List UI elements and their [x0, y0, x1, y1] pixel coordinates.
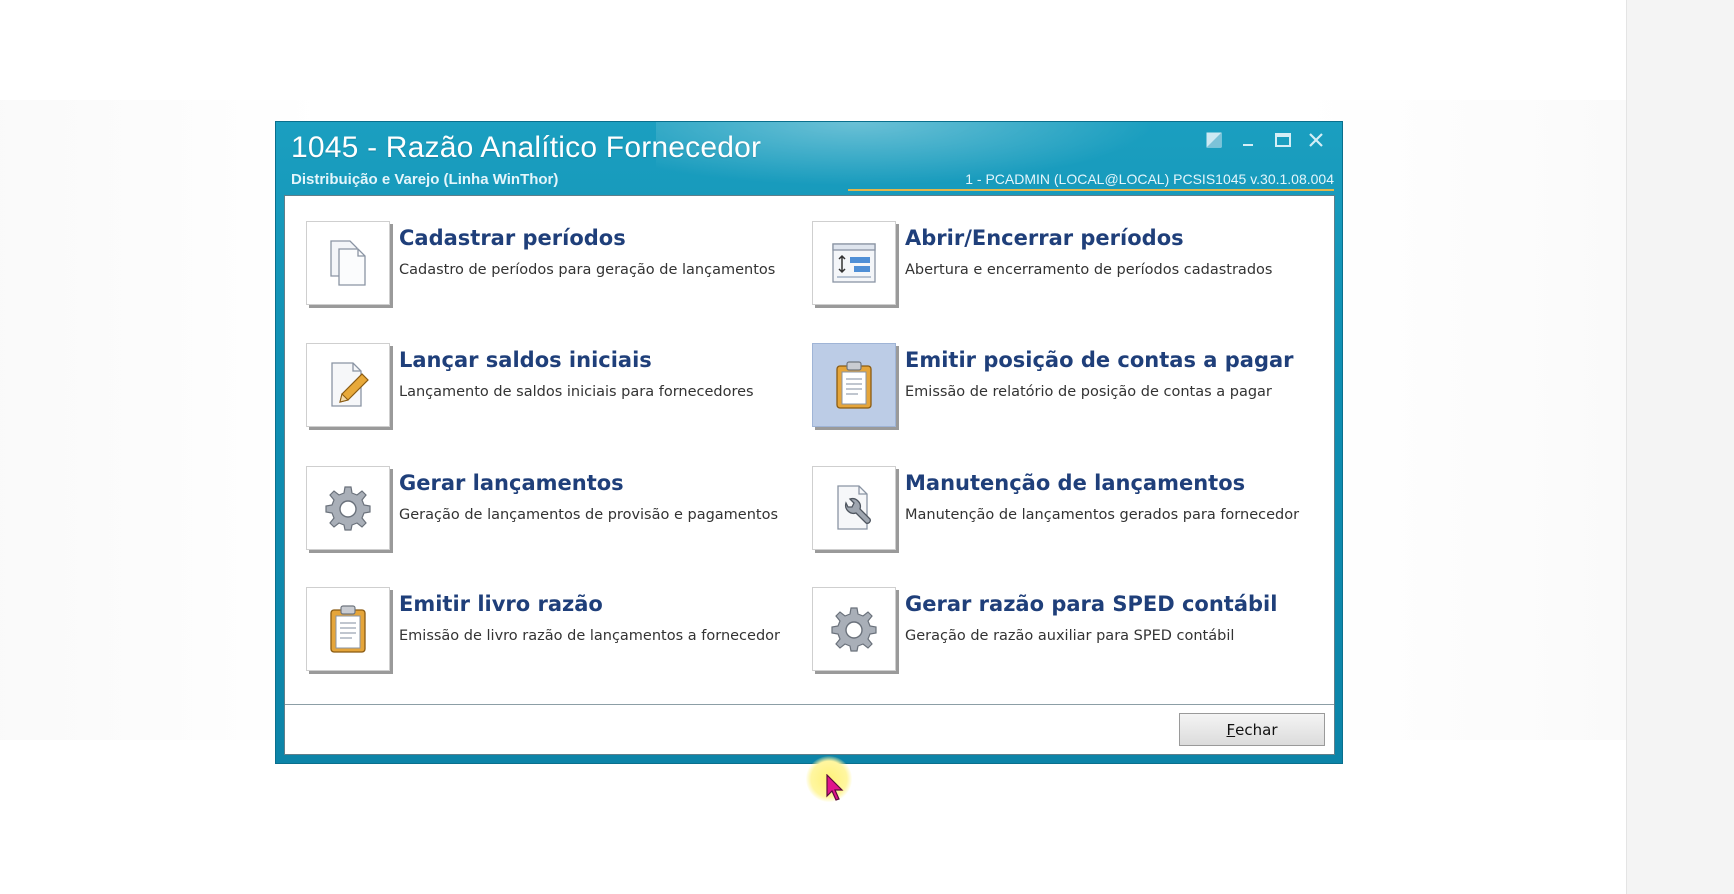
app-window: 1045 - Razão Analítico Fornecedor Distri… — [276, 122, 1342, 763]
tile-manutencao-lancamentos[interactable]: Manutenção de lançamentos Manutenção de … — [812, 466, 1302, 556]
tile-title[interactable]: Emitir posição de contas a pagar — [905, 348, 1294, 372]
tile-description: Cadastro de períodos para geração de lan… — [399, 262, 776, 278]
tile-description: Geração de lançamentos de provisão e pag… — [399, 507, 779, 523]
tile-lancar-saldos-iniciais[interactable]: Lançar saldos iniciais Lançamento de sal… — [306, 343, 796, 433]
clipboard-icon[interactable] — [812, 343, 896, 427]
tile-description: Geração de razão auxiliar para SPED cont… — [905, 628, 1235, 644]
tile-description: Lançamento de saldos iniciais para forne… — [399, 384, 754, 400]
tile-emitir-posicao-contas-pagar[interactable]: Emitir posição de contas a pagar Emissão… — [812, 343, 1302, 433]
user-version-info: 1 - PCADMIN (LOCAL@LOCAL) PCSIS1045 v.30… — [965, 171, 1334, 187]
tile-description: Manutenção de lançamentos gerados para f… — [905, 507, 1300, 523]
right-panel — [1626, 0, 1734, 894]
clipboard-icon[interactable] — [306, 587, 390, 671]
tile-abrir-encerrar-periodos[interactable]: Abrir/Encerrar períodos Abertura e encer… — [812, 221, 1302, 311]
tile-title[interactable]: Emitir livro razão — [399, 592, 603, 616]
period-form-icon[interactable] — [812, 221, 896, 305]
tile-description: Emissão de livro razão de lançamentos a … — [399, 628, 780, 644]
wrench-document-icon[interactable] — [812, 466, 896, 550]
close-icon[interactable] — [1308, 132, 1328, 152]
tile-description: Emissão de relatório de posição de conta… — [905, 384, 1272, 400]
close-button-mnemonic: F — [1226, 720, 1236, 739]
close-button[interactable]: Fechar — [1179, 713, 1325, 746]
restore-layout-icon[interactable] — [1206, 132, 1226, 152]
tile-title[interactable]: Manutenção de lançamentos — [905, 471, 1245, 495]
footer-bar: Fechar — [285, 705, 1334, 754]
tile-gerar-lancamentos[interactable]: Gerar lançamentos Geração de lançamentos… — [306, 466, 796, 556]
tile-emitir-livro-razao[interactable]: Emitir livro razão Emissão de livro razã… — [306, 587, 796, 677]
userinfo-underline — [848, 189, 1334, 191]
mouse-cursor-icon — [826, 773, 846, 806]
maximize-icon[interactable] — [1274, 132, 1294, 152]
minimize-icon[interactable] — [1240, 132, 1260, 152]
tile-title[interactable]: Gerar lançamentos — [399, 471, 624, 495]
tile-title[interactable]: Gerar razão para SPED contábil — [905, 592, 1277, 616]
tile-gerar-razao-sped[interactable]: Gerar razão para SPED contábil Geração d… — [812, 587, 1302, 677]
window-title: 1045 - Razão Analítico Fornecedor — [291, 131, 762, 164]
menu-panel: Cadastrar períodos Cadastro de períodos … — [284, 195, 1335, 755]
window-controls — [1206, 132, 1328, 152]
close-button-label: echar — [1235, 720, 1278, 739]
tile-title[interactable]: Cadastrar períodos — [399, 226, 626, 250]
edit-document-icon[interactable] — [306, 343, 390, 427]
tile-cadastrar-periodos[interactable]: Cadastrar períodos Cadastro de períodos … — [306, 221, 796, 311]
tile-description: Abertura e encerramento de períodos cada… — [905, 262, 1273, 278]
documents-icon[interactable] — [306, 221, 390, 305]
gear-icon[interactable] — [812, 587, 896, 671]
window-subtitle: Distribuição e Varejo (Linha WinThor) — [291, 171, 559, 188]
tile-title[interactable]: Abrir/Encerrar períodos — [905, 226, 1184, 250]
gear-icon[interactable] — [306, 466, 390, 550]
tile-title[interactable]: Lançar saldos iniciais — [399, 348, 652, 372]
